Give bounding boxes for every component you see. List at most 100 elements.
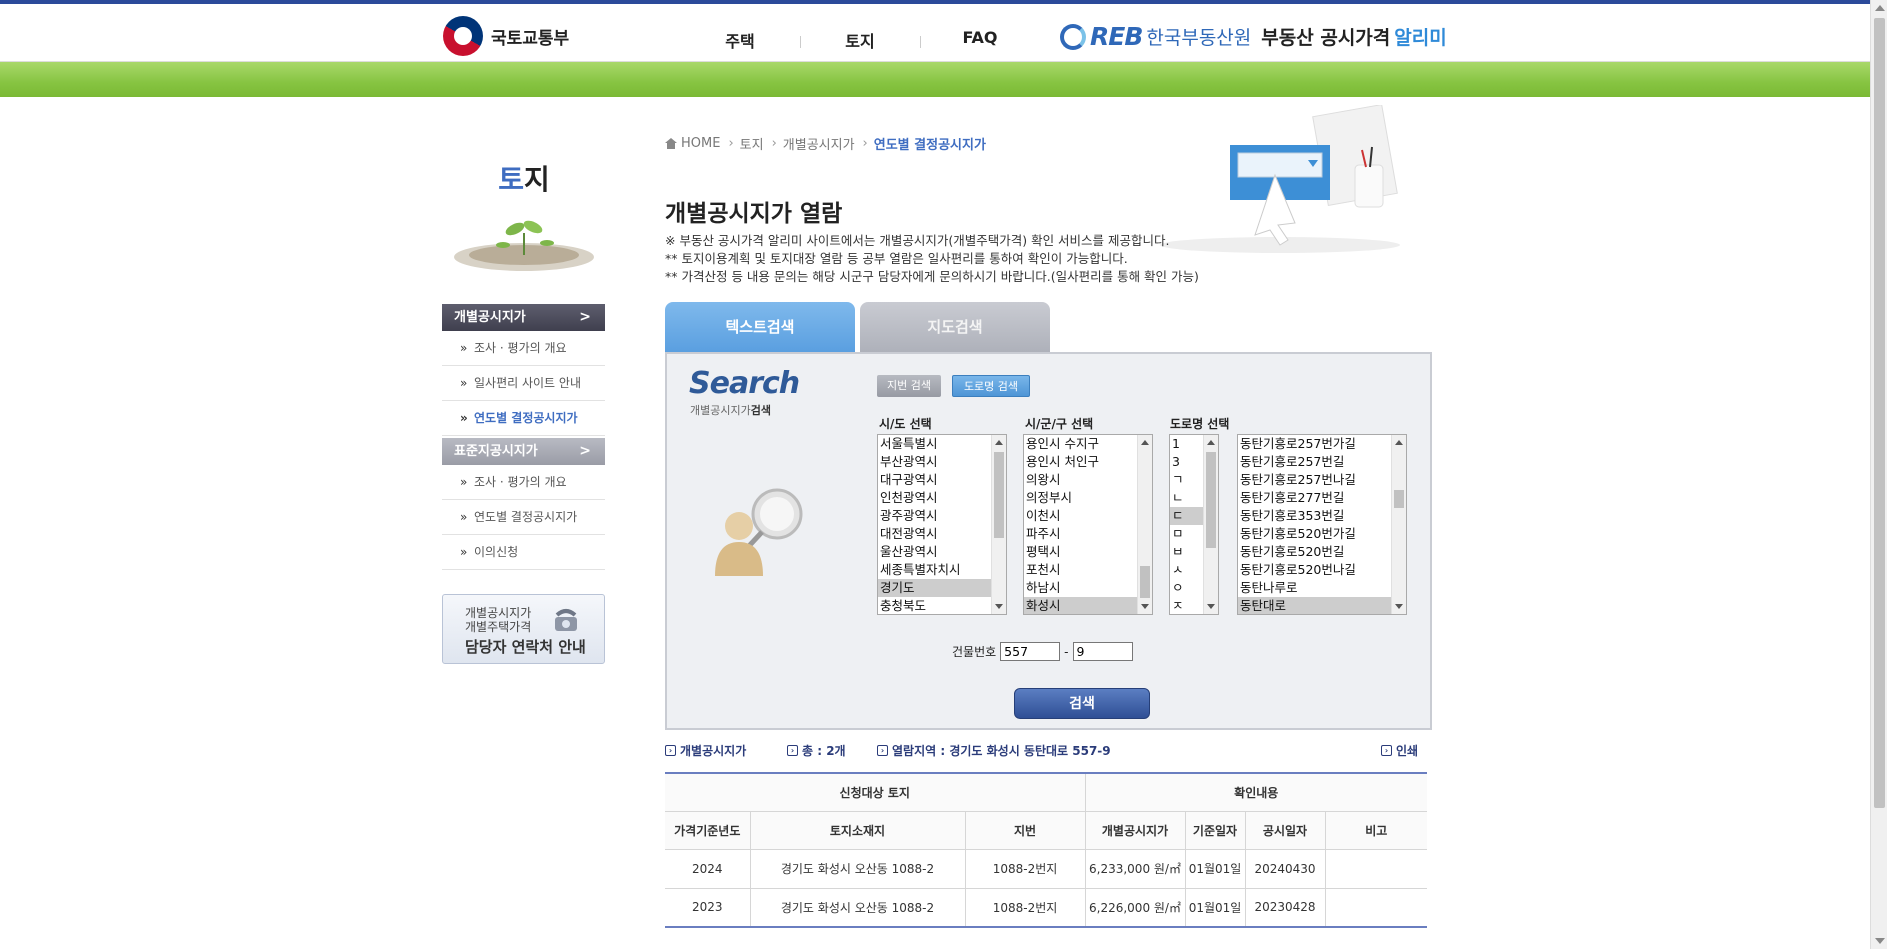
search-panel: Search 개별공시지가검색 지번 검색 도로명 검색 시/도 선택 시/군/… (665, 352, 1432, 730)
listbox-scrollbar[interactable] (1137, 435, 1152, 614)
listbox-option[interactable]: 부산광역시 (878, 453, 1006, 471)
reb-logo-icon (1060, 23, 1086, 50)
road-initial-listbox[interactable]: 13ㄱㄴㄷㅁㅂㅅㅇㅈ (1169, 434, 1219, 615)
listbox-option[interactable]: 용인시 처인구 (1024, 453, 1152, 471)
building-sub-number-input[interactable] (1072, 642, 1133, 661)
sidebar-item-ilsa-guide[interactable]: 일사편리 사이트 안내 (442, 366, 605, 401)
nav-land[interactable]: 토지 (800, 28, 920, 52)
listbox-option[interactable]: 세종특별자치시 (878, 561, 1006, 579)
taeguk-logo-icon (443, 16, 483, 56)
table-cell: 20230428 (1244, 887, 1326, 928)
listbox-option[interactable]: 동탄나루로 (1238, 579, 1406, 597)
sidebar-item-overview[interactable]: 조사 · 평가의 개요 (442, 331, 605, 366)
table-cell: 2024 (665, 848, 751, 889)
listbox-scrollbar[interactable] (1203, 435, 1218, 614)
ministry-logo[interactable]: 국토교통부 (443, 16, 569, 56)
arrow-box-icon: › (877, 745, 888, 756)
listbox-option[interactable]: 의왕시 (1024, 471, 1152, 489)
phone-icon (555, 609, 577, 631)
listbox-scrollbar[interactable] (991, 435, 1006, 614)
nav-faq[interactable]: FAQ (920, 28, 1040, 52)
sidebar-section-individual[interactable]: 개별공시지가 > (442, 304, 605, 331)
scroll-up-icon[interactable] (1875, 5, 1885, 11)
listbox-option[interactable]: 동탄기흥로257번길 (1238, 453, 1406, 471)
reb-logo[interactable]: REB 한국부동산원 부동산 공시가격 알리미 (1060, 22, 1447, 51)
listbox-option[interactable]: 서울특별시 (878, 435, 1006, 453)
table-cell: 1088-2번지 (964, 848, 1086, 889)
table-cell: 경기도 화성시 오산동 1088-2 (749, 848, 966, 889)
tab-map-search[interactable]: 지도검색 (860, 302, 1050, 352)
arrow-box-icon: › (787, 745, 798, 756)
listbox-option[interactable]: 하남시 (1024, 579, 1152, 597)
search-subheading: 개별공시지가검색 (690, 404, 771, 417)
scroll-thumb[interactable] (1874, 18, 1885, 808)
page-scrollbar[interactable] (1870, 0, 1887, 949)
breadcrumb-individual[interactable]: 개별공시지가 (783, 134, 855, 153)
table-cell: 20240430 (1244, 848, 1326, 889)
sidebar-item-yearly-price[interactable]: 연도별 결정공시지가 (442, 401, 605, 436)
table-cell: 01월01일 (1184, 848, 1246, 889)
result-summary-bar: › 개별공시지가 › 총 : 2개 › 열람지역 : 경기도 화성시 동탄대로 557… (665, 742, 1432, 762)
listbox-option[interactable]: 평택시 (1024, 543, 1152, 561)
kab-name: 한국부동산원 (1146, 27, 1252, 49)
listbox-option[interactable]: 동탄기흥로277번길 (1238, 489, 1406, 507)
sigungu-listbox[interactable]: 용인시 수지구 용인시 처인구 의왕시 의정부시 이천시 파주시 평택시 포천시 하남시 화성시 (1023, 434, 1153, 615)
building-number-row: 건물번호 - (952, 642, 1133, 661)
sidebar-item-std-yearly[interactable]: 연도별 결정공시지가 (442, 500, 605, 535)
breadcrumb-land[interactable]: 토지 (740, 134, 764, 153)
home-icon (665, 138, 677, 149)
listbox-option[interactable]: 의정부시 (1024, 489, 1152, 507)
listbox-option[interactable]: 경기도 (878, 579, 1006, 597)
lot-search-button[interactable]: 지번 검색 (877, 375, 941, 397)
search-submit-button[interactable]: 검색 (1014, 688, 1150, 719)
table-header: 지번 (964, 810, 1086, 850)
listbox-option[interactable]: 화성시 (1024, 597, 1152, 614)
table-row: 2023 경기도 화성시 오산동 1088-2 1088-2번지 6,226,0… (665, 887, 1427, 928)
table-cell: 경기도 화성시 오산동 1088-2 (749, 887, 966, 928)
contact-banner[interactable]: 개별공시지가 개별주택가격 담당자 연락처 안내 (442, 594, 605, 664)
tab-text-search[interactable]: 텍스트검색 (665, 302, 855, 352)
listbox-option[interactable]: 동탄기흥로520번길 (1238, 543, 1406, 561)
listbox-option[interactable]: 포천시 (1024, 561, 1152, 579)
sidebar-section-standard[interactable]: 표준지공시지가 > (442, 438, 605, 465)
table-header: 토지소재지 (749, 810, 966, 850)
road-name-listbox[interactable]: 동탄기흥로257번가길 동탄기흥로257번길 동탄기흥로257번나길 동탄기흥로277… (1237, 434, 1407, 615)
listbox-option[interactable]: 동탄기흥로257번나길 (1238, 471, 1406, 489)
table-row: 2024 경기도 화성시 오산동 1088-2 1088-2번지 6,233,0… (665, 848, 1427, 889)
listbox-option[interactable]: 동탄기흥로353번길 (1238, 507, 1406, 525)
print-button[interactable]: › 인쇄 (1381, 742, 1418, 759)
listbox-option[interactable]: 동탄기흥로520번가길 (1238, 525, 1406, 543)
building-number-dash: - (1064, 644, 1069, 659)
listbox-option[interactable]: 충청북도 (878, 597, 1006, 614)
listbox-option[interactable]: 이천시 (1024, 507, 1152, 525)
scroll-down-icon[interactable] (1875, 938, 1885, 944)
sidebar-item-objection[interactable]: 이의신청 (442, 535, 605, 570)
listbox-option[interactable]: 동탄기흥로257번가길 (1238, 435, 1406, 453)
listbox-option[interactable]: 울산광역시 (878, 543, 1006, 561)
sido-listbox[interactable]: 서울특별시 부산광역시 대구광역시 인천광역시 광주광역시 대전광역시 울산광역시 세종특별자… (877, 434, 1007, 615)
reb-wordmark: REB (1090, 22, 1143, 51)
listbox-scrollbar[interactable] (1391, 435, 1406, 614)
contact-line1: 개별공시지가 개별주택가격 (465, 606, 532, 634)
listbox-option[interactable]: 용인시 수지구 (1024, 435, 1152, 453)
listbox-option[interactable]: 동탄대로 (1238, 597, 1406, 614)
building-main-number-input[interactable] (1000, 642, 1061, 661)
listbox-option[interactable]: 대전광역시 (878, 525, 1006, 543)
chevron-right-icon: > (579, 443, 591, 459)
listbox-option[interactable]: 대구광역시 (878, 471, 1006, 489)
notice-line: ※ 부동산 공시가격 알리미 사이트에서는 개별공시지가(개별주택가격) 확인 … (665, 233, 1170, 248)
listbox-option[interactable]: 광주광역시 (878, 507, 1006, 525)
sidebar-item-std-overview[interactable]: 조사 · 평가의 개요 (442, 465, 605, 500)
listbox-option[interactable]: 인천광역시 (878, 489, 1006, 507)
listbox-option[interactable]: 동탄기흥로520번나길 (1238, 561, 1406, 579)
road-search-button[interactable]: 도로명 검색 (952, 375, 1030, 397)
listbox-option[interactable]: 파주시 (1024, 525, 1152, 543)
search-person-icon (715, 488, 803, 576)
table-header: 가격기준년도 (665, 810, 751, 850)
arrow-box-icon: › (1381, 745, 1392, 756)
breadcrumb-home[interactable]: HOME (681, 136, 720, 151)
site-header: 국토교통부 주택 토지 FAQ REB 한국부동산원 부동산 공시가격 알리미 (0, 4, 1870, 62)
notice-block: ※ 부동산 공시가격 알리미 사이트에서는 개별공시지가(개별주택가격) 확인 … (665, 232, 1199, 286)
chevron-right-icon: › (771, 136, 777, 151)
nav-housing[interactable]: 주택 (680, 28, 800, 52)
